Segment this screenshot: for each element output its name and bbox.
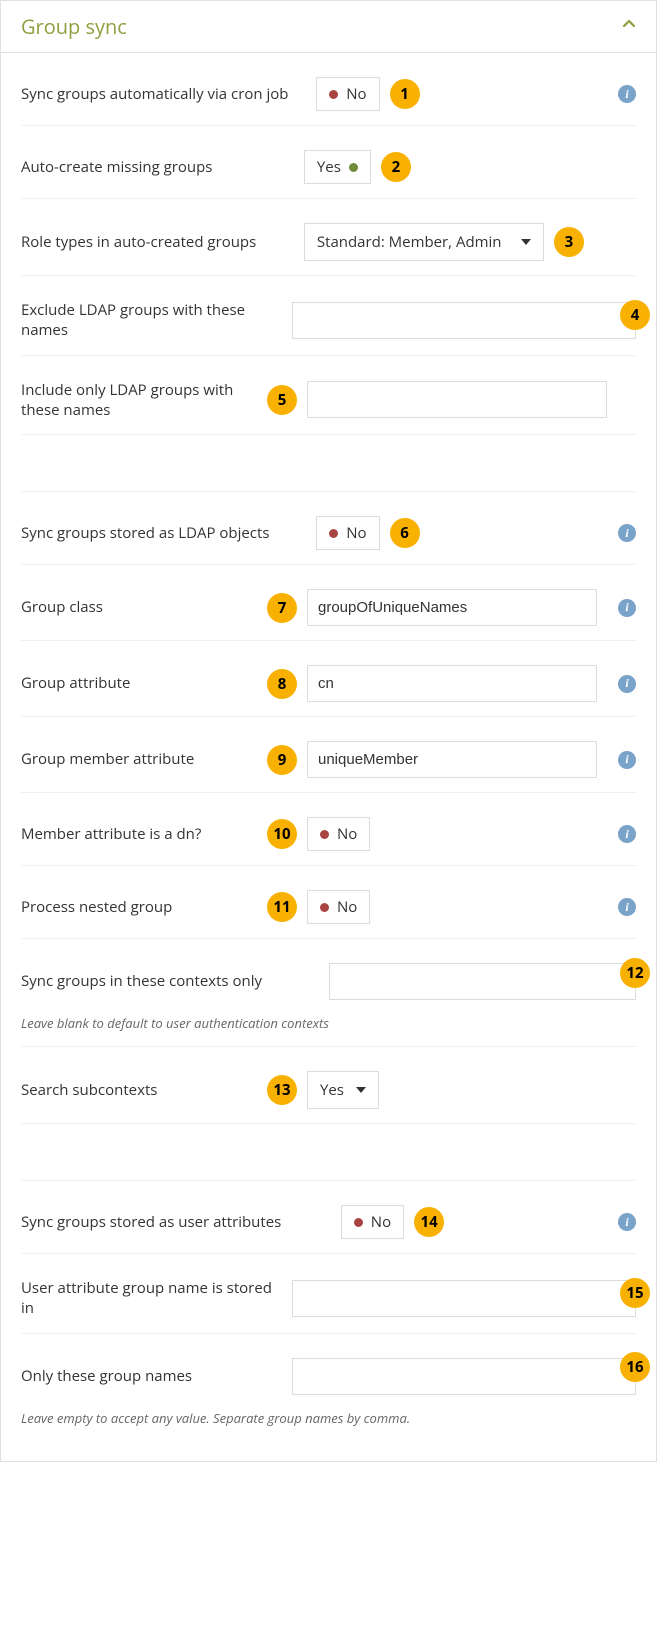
field-member-is-dn: Member attribute is a dn? 10 No i <box>21 793 636 866</box>
label: Group attribute <box>21 673 130 693</box>
input-exclude[interactable] <box>292 302 636 339</box>
panel-title: Group sync <box>21 13 127 40</box>
toggle-member-is-dn[interactable]: No <box>307 817 370 851</box>
field-user-attr-name: User attribute group name is stored in 1… <box>21 1254 636 1334</box>
status-dot-icon <box>320 830 329 839</box>
callout-1: 1 <box>390 79 420 109</box>
group-sync-panel: Group sync Sync groups automatically via… <box>0 0 657 1462</box>
info-icon[interactable]: i <box>618 751 636 769</box>
label: Group class <box>21 597 103 617</box>
section-gap <box>21 1124 636 1181</box>
field-role-types: Role types in auto-created groups Standa… <box>21 199 636 276</box>
toggle-auto-create[interactable]: Yes <box>304 150 371 184</box>
callout-2: 2 <box>381 152 411 182</box>
status-dot-icon <box>349 163 358 172</box>
help-only-groups: Leave empty to accept any value. Separat… <box>21 1401 636 1441</box>
field-subcontexts: Search subcontexts 13 Yes <box>21 1047 636 1124</box>
callout-11: 11 <box>267 892 297 922</box>
status-dot-icon <box>354 1218 363 1227</box>
label: Include only LDAP groups with these name… <box>21 380 257 421</box>
callout-10: 10 <box>267 819 297 849</box>
field-include: Include only LDAP groups with these name… <box>21 356 636 436</box>
input-include[interactable] <box>307 381 607 418</box>
callout-7: 7 <box>267 593 297 623</box>
field-auto-create: Auto-create missing groups Yes 2 <box>21 126 636 199</box>
panel-body: Sync groups automatically via cron job N… <box>1 53 656 1461</box>
field-group-attribute: Group attribute 8 i <box>21 641 636 717</box>
toggle-nested-group[interactable]: No <box>307 890 370 924</box>
info-icon[interactable]: i <box>618 898 636 916</box>
callout-3: 3 <box>554 227 584 257</box>
label: Member attribute is a dn? <box>21 824 201 844</box>
callout-13: 13 <box>267 1075 297 1105</box>
section-gap <box>21 435 636 492</box>
input-user-attr-name[interactable] <box>292 1280 636 1317</box>
chevron-down-icon <box>521 239 531 245</box>
label: Process nested group <box>21 897 172 917</box>
callout-9: 9 <box>267 745 297 775</box>
toggle-sync-ldap-objects[interactable]: No <box>316 516 379 550</box>
field-sync-user-attributes: Sync groups stored as user attributes No… <box>21 1181 636 1254</box>
label: Sync groups stored as user attributes <box>21 1212 281 1232</box>
field-sync-ldap-objects: Sync groups stored as LDAP objects No 6 … <box>21 492 636 565</box>
callout-8: 8 <box>267 669 297 699</box>
panel-header[interactable]: Group sync <box>1 1 656 53</box>
label: Auto-create missing groups <box>21 157 212 177</box>
help-contexts: Leave blank to default to user authentic… <box>21 1006 636 1047</box>
field-exclude: Exclude LDAP groups with these names 4 <box>21 276 636 356</box>
input-contexts[interactable] <box>329 963 637 1000</box>
label: Exclude LDAP groups with these names <box>21 300 282 341</box>
chevron-down-icon <box>356 1087 366 1093</box>
status-dot-icon <box>329 529 338 538</box>
field-nested-group: Process nested group 11 No i <box>21 866 636 939</box>
field-contexts: Sync groups in these contexts only 12 <box>21 939 636 1006</box>
label: Only these group names <box>21 1366 192 1386</box>
label: Group member attribute <box>21 749 194 769</box>
select-subcontexts[interactable]: Yes <box>307 1071 379 1109</box>
field-group-class: Group class 7 i <box>21 565 636 641</box>
input-group-class[interactable] <box>307 589 597 626</box>
info-icon[interactable]: i <box>618 85 636 103</box>
info-icon[interactable]: i <box>618 1213 636 1231</box>
label: Sync groups in these contexts only <box>21 971 262 991</box>
status-dot-icon <box>329 90 338 99</box>
input-group-attribute[interactable] <box>307 665 597 702</box>
callout-14: 14 <box>414 1207 444 1237</box>
status-dot-icon <box>320 903 329 912</box>
info-icon[interactable]: i <box>618 599 636 617</box>
select-role-types[interactable]: Standard: Member, Admin <box>304 223 544 261</box>
field-only-groups: Only these group names 16 <box>21 1334 636 1401</box>
toggle-sync-cron[interactable]: No <box>316 77 379 111</box>
toggle-sync-user-attributes[interactable]: No <box>341 1205 404 1239</box>
input-only-groups[interactable] <box>292 1358 636 1395</box>
info-icon[interactable]: i <box>618 825 636 843</box>
field-sync-cron: Sync groups automatically via cron job N… <box>21 53 636 126</box>
field-member-attribute: Group member attribute 9 i <box>21 717 636 793</box>
callout-5: 5 <box>267 385 297 415</box>
label: Sync groups automatically via cron job <box>21 84 288 104</box>
info-icon[interactable]: i <box>618 675 636 693</box>
label: User attribute group name is stored in <box>21 1278 282 1319</box>
callout-6: 6 <box>390 518 420 548</box>
label: Role types in auto-created groups <box>21 232 256 252</box>
info-icon[interactable]: i <box>618 524 636 542</box>
label: Search subcontexts <box>21 1080 157 1100</box>
label: Sync groups stored as LDAP objects <box>21 523 269 543</box>
chevron-up-icon <box>622 17 636 36</box>
input-member-attribute[interactable] <box>307 741 597 778</box>
